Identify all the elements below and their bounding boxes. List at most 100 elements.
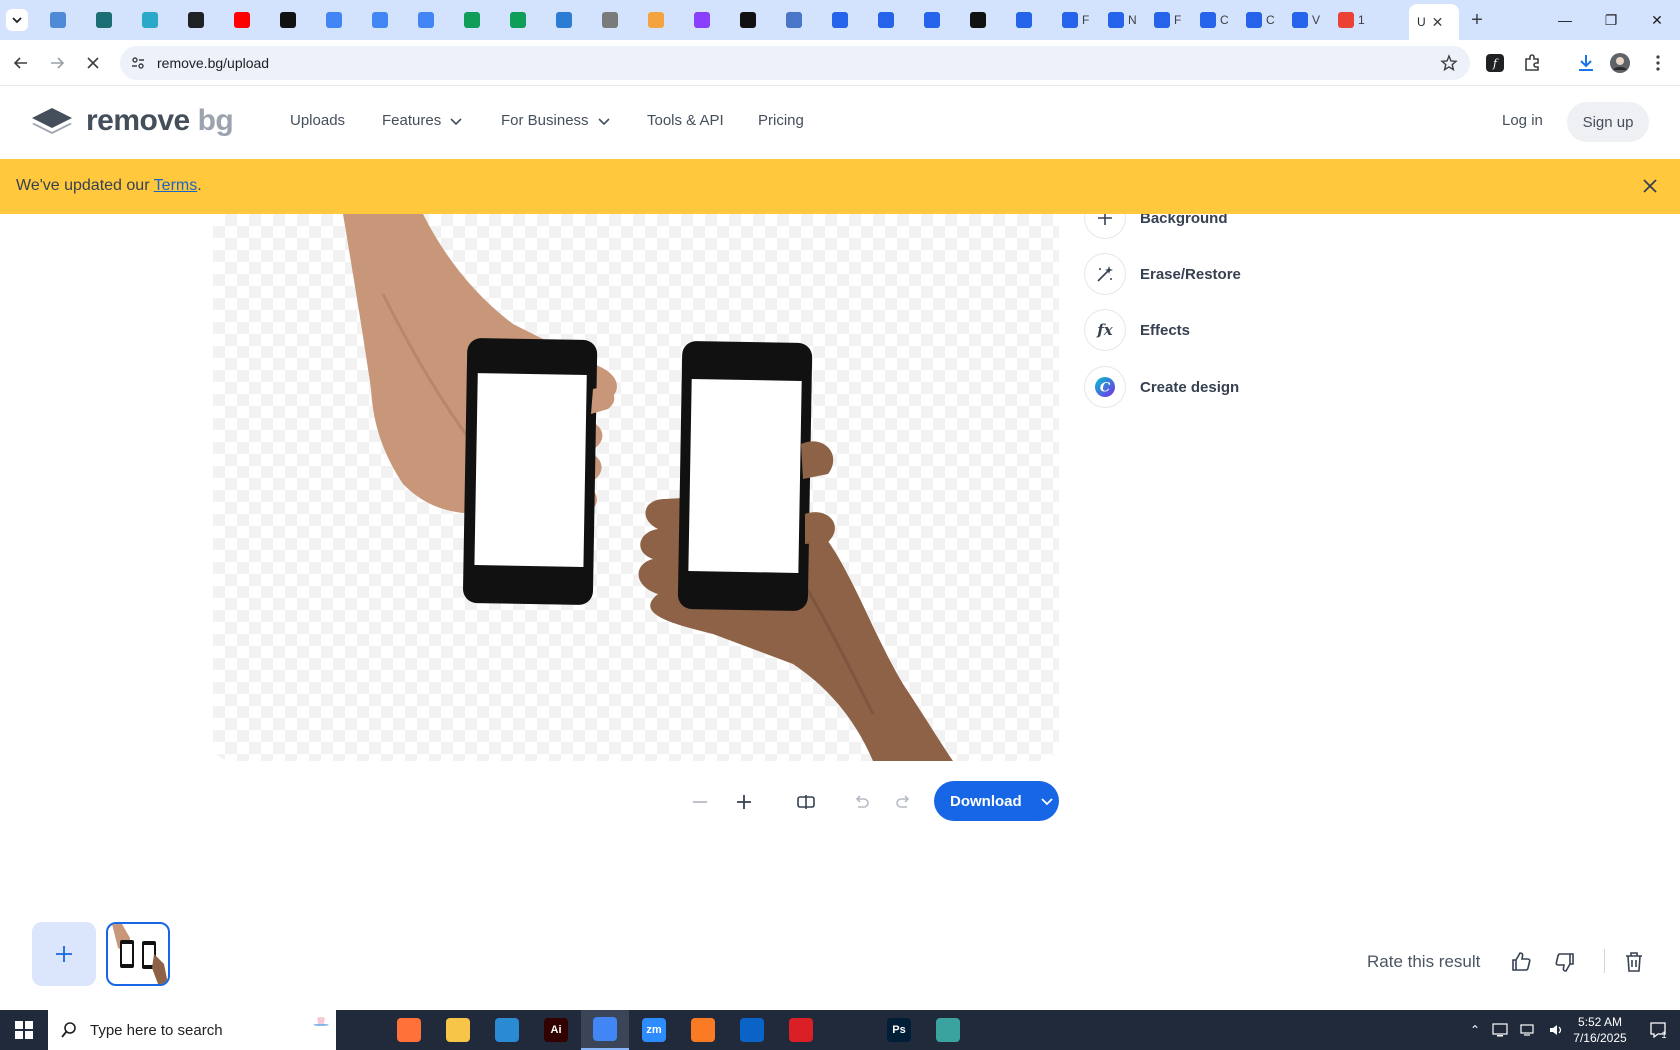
browser-tab[interactable]: [602, 6, 618, 34]
browser-tab[interactable]: N: [1108, 6, 1137, 34]
browser-tab[interactable]: [648, 6, 664, 34]
browser-tab[interactable]: [96, 6, 112, 34]
trash-icon[interactable]: [1622, 950, 1646, 974]
minimize-button[interactable]: —: [1542, 0, 1588, 40]
taskbar-app-xampp[interactable]: [679, 1010, 727, 1050]
image-thumbnail[interactable]: [106, 922, 170, 986]
taskbar-app-file-explorer[interactable]: [434, 1010, 482, 1050]
taskbar-clock[interactable]: 5:52 AM 7/16/2025: [1565, 1014, 1635, 1046]
browser-tab[interactable]: [1016, 6, 1032, 34]
tab-title: U: [1417, 15, 1426, 29]
nav-for-business[interactable]: For Business: [501, 112, 611, 129]
browser-tab[interactable]: C: [1200, 6, 1229, 34]
start-button[interactable]: [0, 1010, 48, 1050]
browser-tab[interactable]: [970, 6, 986, 34]
taskbar-app-photoshop[interactable]: Ps: [875, 1010, 923, 1050]
browser-tab[interactable]: F: [1154, 6, 1181, 34]
thumbs-down-icon[interactable]: [1553, 950, 1577, 974]
back-button[interactable]: [8, 50, 34, 76]
removebg-logo[interactable]: remove bg: [30, 104, 234, 138]
browser-tab[interactable]: [234, 6, 250, 34]
browser-tab[interactable]: [280, 6, 296, 34]
taskbar-app-creative-cloud[interactable]: [777, 1010, 825, 1050]
result-image-canvas[interactable]: [213, 214, 1059, 761]
browser-tab[interactable]: [464, 6, 480, 34]
extension-font-icon[interactable]: f: [1484, 52, 1506, 74]
terms-link[interactable]: Terms: [154, 177, 198, 194]
docs-icon: [372, 12, 388, 28]
close-icon[interactable]: [1640, 176, 1660, 196]
browser-tab[interactable]: [878, 6, 894, 34]
taskbar-search[interactable]: Type here to search: [48, 1010, 336, 1050]
network-icon[interactable]: [1520, 1023, 1536, 1037]
zoom-in-button[interactable]: [730, 788, 758, 816]
browser-tab[interactable]: [372, 6, 388, 34]
browser-menu-icon[interactable]: [1647, 52, 1669, 74]
tool-create-design[interactable]: C Create design: [1084, 366, 1239, 408]
tab-close-icon[interactable]: ✕: [1432, 14, 1444, 31]
address-bar[interactable]: remove.bg/upload: [120, 46, 1470, 80]
chevron-up-icon[interactable]: ⌃: [1470, 1023, 1480, 1037]
tool-effects[interactable]: fx Effects: [1084, 309, 1190, 351]
taskbar-app-app-hex[interactable]: [924, 1010, 972, 1050]
notification-center-button[interactable]: 1: [1640, 1010, 1676, 1050]
new-tab-button[interactable]: +: [1465, 8, 1489, 32]
browser-tab[interactable]: [832, 6, 848, 34]
taskbar-app-chrome[interactable]: [581, 1010, 629, 1050]
volume-icon[interactable]: [1548, 1023, 1564, 1037]
nav-tools-api[interactable]: Tools & API: [647, 112, 724, 129]
browser-tab[interactable]: [50, 6, 66, 34]
taskbar-app-task-view[interactable]: [336, 1010, 384, 1050]
nav-features[interactable]: Features: [382, 112, 463, 129]
browser-tab[interactable]: [556, 6, 572, 34]
site-info-icon[interactable]: [130, 55, 146, 71]
browser-tab[interactable]: 1: [1338, 6, 1365, 34]
bookmark-star-icon[interactable]: [1440, 54, 1458, 72]
taskbar-app-outlook[interactable]: [728, 1010, 776, 1050]
browser-tab[interactable]: [740, 6, 756, 34]
tool-erase-restore[interactable]: Erase/Restore: [1084, 253, 1241, 295]
nav-pricing[interactable]: Pricing: [758, 112, 804, 129]
browser-tab[interactable]: [326, 6, 342, 34]
stop-loading-button[interactable]: [80, 50, 106, 76]
wifi-monitor-icon[interactable]: [1492, 1023, 1508, 1037]
browser-tab[interactable]: [142, 6, 158, 34]
add-image-button[interactable]: [32, 922, 96, 986]
browser-tab[interactable]: V: [1292, 6, 1320, 34]
forward-button[interactable]: [44, 50, 70, 76]
taskbar-app-inkscape[interactable]: [826, 1010, 874, 1050]
browser-tab[interactable]: [188, 6, 204, 34]
browser-tab[interactable]: [510, 6, 526, 34]
profile-avatar[interactable]: [1609, 52, 1631, 74]
signup-button[interactable]: Sign up: [1567, 102, 1649, 142]
taskbar-app-firefox[interactable]: [385, 1010, 433, 1050]
chevron-down-icon: [1041, 798, 1053, 806]
taskbar-app-zoom[interactable]: zm: [630, 1010, 678, 1050]
browser-tab[interactable]: C: [1246, 6, 1275, 34]
thumbs-up-icon[interactable]: [1509, 950, 1533, 974]
redo-button[interactable]: [890, 788, 918, 816]
download-button[interactable]: Download: [934, 781, 1059, 821]
banner-message: We've updated our Terms.: [16, 177, 202, 195]
arrow-left-icon: [13, 57, 27, 69]
browser-tab[interactable]: [924, 6, 940, 34]
undo-button[interactable]: [847, 788, 875, 816]
login-link[interactable]: Log in: [1502, 112, 1543, 129]
outlook-icon: [740, 1018, 764, 1042]
taskbar-app-illustrator[interactable]: Ai: [532, 1010, 580, 1050]
zoom-out-button[interactable]: [686, 788, 714, 816]
tab-active[interactable]: U ✕: [1409, 4, 1459, 40]
restore-button[interactable]: ❐: [1588, 0, 1634, 40]
forms-icon: [832, 12, 848, 28]
browser-tab[interactable]: [786, 6, 802, 34]
browser-tab[interactable]: F: [1062, 6, 1089, 34]
compare-button[interactable]: [792, 788, 820, 816]
browser-tab[interactable]: [418, 6, 434, 34]
browser-tab[interactable]: [694, 6, 710, 34]
taskbar-app-vscode[interactable]: [483, 1010, 531, 1050]
tab-search-button[interactable]: [6, 9, 28, 31]
nav-uploads[interactable]: Uploads: [290, 112, 345, 129]
extensions-puzzle-icon[interactable]: [1521, 52, 1543, 74]
downloads-icon[interactable]: [1575, 52, 1597, 74]
close-window-button[interactable]: ✕: [1634, 0, 1680, 40]
